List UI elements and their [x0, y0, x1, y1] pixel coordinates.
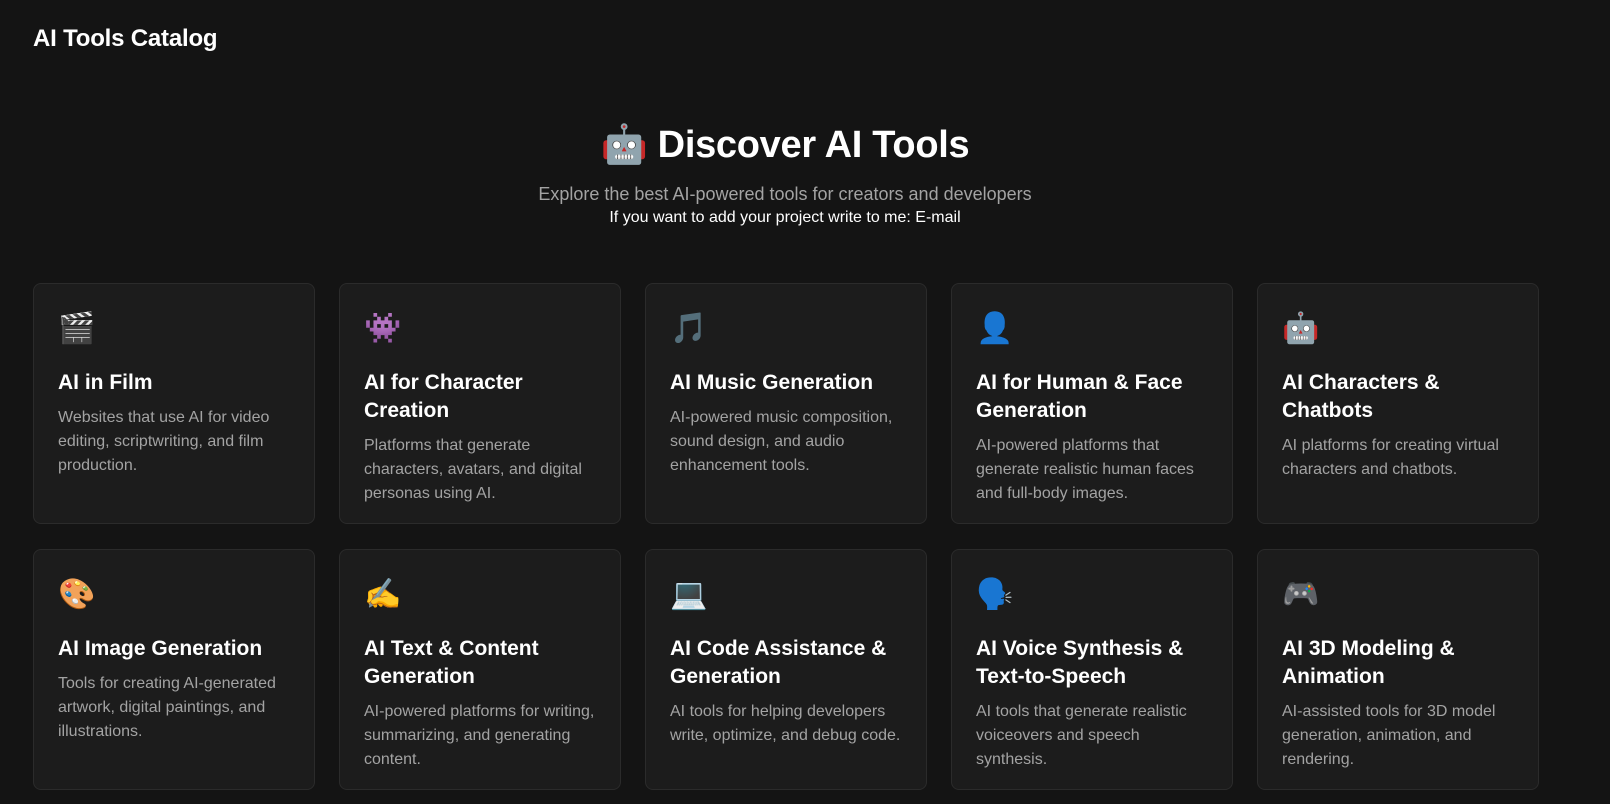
- category-card-character-creation[interactable]: 👾 AI for Character Creation Platforms th…: [339, 283, 621, 524]
- robot-icon: 🤖: [600, 122, 648, 166]
- category-card-face-generation[interactable]: 👤 AI for Human & Face Generation AI-powe…: [951, 283, 1233, 524]
- card-description: AI-powered music composition, sound desi…: [670, 409, 893, 474]
- alien-monster-icon: 👾: [364, 311, 402, 346]
- card-title: AI Characters & Chatbots: [1282, 371, 1440, 422]
- card-description: AI tools that generate realistic voiceov…: [976, 703, 1187, 768]
- card-description: AI-assisted tools for 3D model generatio…: [1282, 703, 1496, 768]
- top-bar: AI Tools Catalog: [33, 24, 218, 54]
- category-card-image-generation[interactable]: 🎨 AI Image Generation Tools for creating…: [33, 549, 315, 790]
- card-description: AI tools for helping developers write, o…: [670, 703, 901, 744]
- card-description: AI platforms for creating virtual charac…: [1282, 437, 1499, 478]
- brand-title[interactable]: AI Tools Catalog: [33, 24, 218, 54]
- card-title: AI for Character Creation: [364, 371, 523, 422]
- page-title-text: Discover AI Tools: [657, 124, 970, 166]
- laptop-icon: 💻: [670, 577, 708, 612]
- clapperboard-icon: 🎬: [58, 311, 96, 346]
- contact-note: If you want to add your project write to…: [609, 209, 961, 226]
- card-title: AI 3D Modeling & Animation: [1282, 637, 1455, 688]
- category-card-music-generation[interactable]: 🎵 AI Music Generation AI-powered music c…: [645, 283, 927, 524]
- game-controller-icon: 🎮: [1282, 577, 1320, 612]
- category-card-text-generation[interactable]: ✍️ AI Text & Content Generation AI-power…: [339, 549, 621, 790]
- card-title: AI in Film: [58, 371, 153, 394]
- speaking-head-icon: 🗣️: [976, 577, 1014, 612]
- hero-section: 🤖 Discover AI Tools Explore the best AI-p…: [0, 116, 1570, 228]
- card-description: Tools for creating AI-generated artwork,…: [58, 675, 276, 740]
- card-description: Platforms that generate characters, avat…: [364, 437, 582, 502]
- card-title: AI for Human & Face Generation: [976, 371, 1183, 422]
- card-description: AI-powered platforms that generate reali…: [976, 437, 1194, 502]
- music-note-icon: 🎵: [670, 311, 708, 346]
- writing-hand-icon: ✍️: [364, 577, 402, 612]
- palette-icon: 🎨: [58, 577, 96, 612]
- category-card-3d-modeling[interactable]: 🎮 AI 3D Modeling & Animation AI-assisted…: [1257, 549, 1539, 790]
- person-silhouette-icon: 👤: [976, 311, 1014, 346]
- card-title: AI Code Assistance & Generation: [670, 637, 887, 688]
- robot-icon: 🤖: [1282, 311, 1320, 346]
- card-title: AI Voice Synthesis & Text-to-Speech: [976, 637, 1184, 688]
- card-description: Websites that use AI for video editing, …: [58, 409, 270, 474]
- category-card-chatbots[interactable]: 🤖 AI Characters & Chatbots AI platforms …: [1257, 283, 1539, 524]
- card-title: AI Text & Content Generation: [364, 637, 539, 688]
- category-grid: 🎬 AI in Film Websites that use AI for vi…: [33, 283, 1539, 790]
- category-card-voice-synthesis[interactable]: 🗣️ AI Voice Synthesis & Text-to-Speech A…: [951, 549, 1233, 790]
- card-title: AI Image Generation: [58, 637, 263, 660]
- category-card-code-assistance[interactable]: 💻 AI Code Assistance & Generation AI too…: [645, 549, 927, 790]
- card-description: AI-powered platforms for writing, summar…: [364, 703, 595, 768]
- category-card-film[interactable]: 🎬 AI in Film Websites that use AI for vi…: [33, 283, 315, 524]
- card-title: AI Music Generation: [670, 371, 874, 394]
- page-title: 🤖 Discover AI Tools: [0, 116, 1570, 173]
- page-subtitle: Explore the best AI-powered tools for cr…: [538, 184, 1032, 204]
